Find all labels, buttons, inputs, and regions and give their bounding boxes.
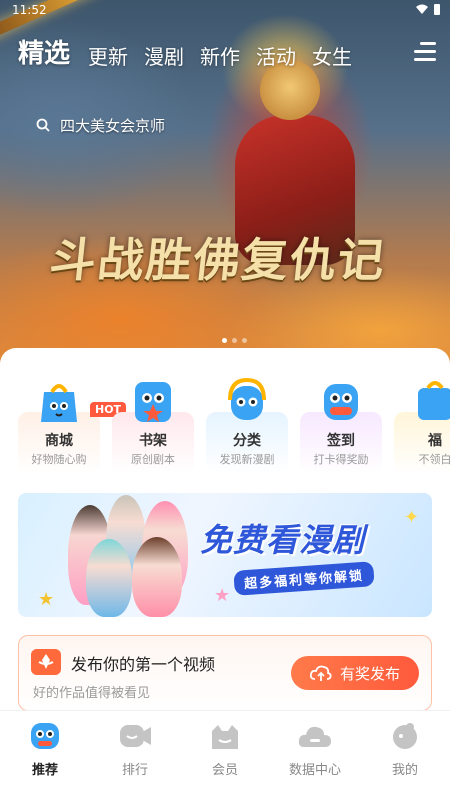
nav-label: 推荐 — [31, 763, 58, 778]
tab-new-works[interactable]: 新作 — [200, 41, 240, 70]
category-classify[interactable]: 分类 发现新漫剧 — [206, 378, 288, 474]
nav-data-center[interactable]: 数据中心 — [270, 711, 360, 800]
nav-label: 会员 — [211, 763, 238, 778]
category-row: HOT 商城 好物随心购 书架 原创剧本 分类 发现新漫剧 签到 打卡得奖励 福… — [18, 378, 450, 474]
nav-label: 排行 — [121, 763, 148, 778]
category-name: 签到 — [327, 433, 355, 449]
banner-pager — [222, 338, 247, 343]
shopping-bag-icon — [41, 384, 77, 422]
ranking-icon — [120, 725, 151, 747]
category-welfare[interactable]: 福 不领白 — [394, 378, 450, 474]
category-name: 商城 — [45, 433, 73, 449]
pager-dot — [242, 338, 247, 343]
bookshelf-icon — [135, 382, 171, 422]
publish-title: 发布你的第一个视频 — [71, 655, 216, 674]
category-checkin[interactable]: 签到 打卡得奖励 — [300, 378, 382, 474]
recommend-icon — [31, 723, 59, 749]
nav-ranking[interactable]: 排行 — [90, 711, 180, 800]
tab-events[interactable]: 活动 — [256, 41, 296, 70]
category-name: 福 — [428, 433, 442, 449]
promo-headline: 免费看漫剧 — [200, 521, 366, 559]
search-icon — [36, 118, 50, 132]
category-name: 书架 — [139, 433, 167, 449]
nav-profile[interactable]: 我的 — [360, 711, 450, 800]
category-bookshelf[interactable]: 书架 原创剧本 — [112, 378, 194, 474]
star-decoration: ★ — [214, 585, 231, 606]
status-time: 11:52 — [12, 3, 47, 17]
nav-label: 数据中心 — [288, 763, 341, 778]
data-center-icon — [298, 726, 331, 747]
star-decoration: ✦ — [404, 507, 420, 528]
upload-cloud-icon — [309, 665, 332, 681]
checkin-mascot-icon — [324, 384, 358, 420]
free-comic-promo-banner[interactable]: ★ ✦ ★ 免费看漫剧 超多福利等你解锁 — [18, 493, 432, 617]
nav-recommend[interactable]: 推荐 — [0, 711, 90, 800]
category-name: 分类 — [233, 433, 261, 449]
publish-button-label: 有奖发布 — [339, 664, 400, 683]
category-subtitle: 发现新漫剧 — [219, 453, 275, 466]
publish-video-card: 发布你的第一个视频 好的作品值得被看见 有奖发布 — [18, 635, 432, 711]
bottom-navigation: 推荐 排行 会员 数据中心 我的 — [0, 710, 450, 800]
category-subtitle: 打卡得奖励 — [313, 453, 369, 466]
promo-badge: 超多福利等你解锁 — [233, 561, 375, 596]
nav-label: 我的 — [391, 763, 418, 778]
publish-button[interactable]: 有奖发布 — [291, 656, 419, 690]
headphones-mascot-icon — [228, 378, 266, 420]
vip-icon — [212, 725, 238, 749]
profile-icon — [393, 723, 417, 749]
tab-featured[interactable]: 精选 — [18, 33, 70, 70]
nav-vip[interactable]: 会员 — [180, 711, 270, 800]
category-mall[interactable]: HOT 商城 好物随心购 — [18, 378, 127, 474]
wifi-icon — [416, 4, 428, 14]
category-subtitle: 好物随心购 — [31, 453, 87, 466]
publish-description: 好的作品值得被看见 — [33, 686, 151, 701]
tab-updates[interactable]: 更新 — [88, 41, 128, 70]
anime-girls-illustration — [58, 495, 208, 617]
category-subtitle: 原创剧本 — [131, 453, 175, 466]
hero-title: 斗战胜佛复仇记 — [47, 233, 389, 287]
pager-dot — [232, 338, 237, 343]
battery-icon — [434, 4, 440, 15]
pager-dot — [222, 338, 227, 343]
flower-icon — [31, 649, 61, 675]
category-subtitle: 不领白 — [418, 453, 450, 466]
menu-icon[interactable] — [414, 42, 436, 62]
search-bar[interactable]: 四大美女会京师 — [36, 112, 165, 138]
gift-mascot-icon — [418, 381, 450, 420]
search-text: 四大美女会京师 — [60, 116, 166, 135]
tab-comic-drama[interactable]: 漫剧 — [144, 41, 184, 70]
top-tabs: 精选 更新 漫剧 新作 活动 女生 — [18, 30, 368, 70]
tab-female[interactable]: 女生 — [312, 41, 352, 70]
star-decoration: ★ — [38, 589, 55, 610]
content-sheet: HOT 商城 好物随心购 书架 原创剧本 分类 发现新漫剧 签到 打卡得奖励 福… — [0, 348, 450, 718]
status-bar: 11:52 — [0, 0, 450, 22]
